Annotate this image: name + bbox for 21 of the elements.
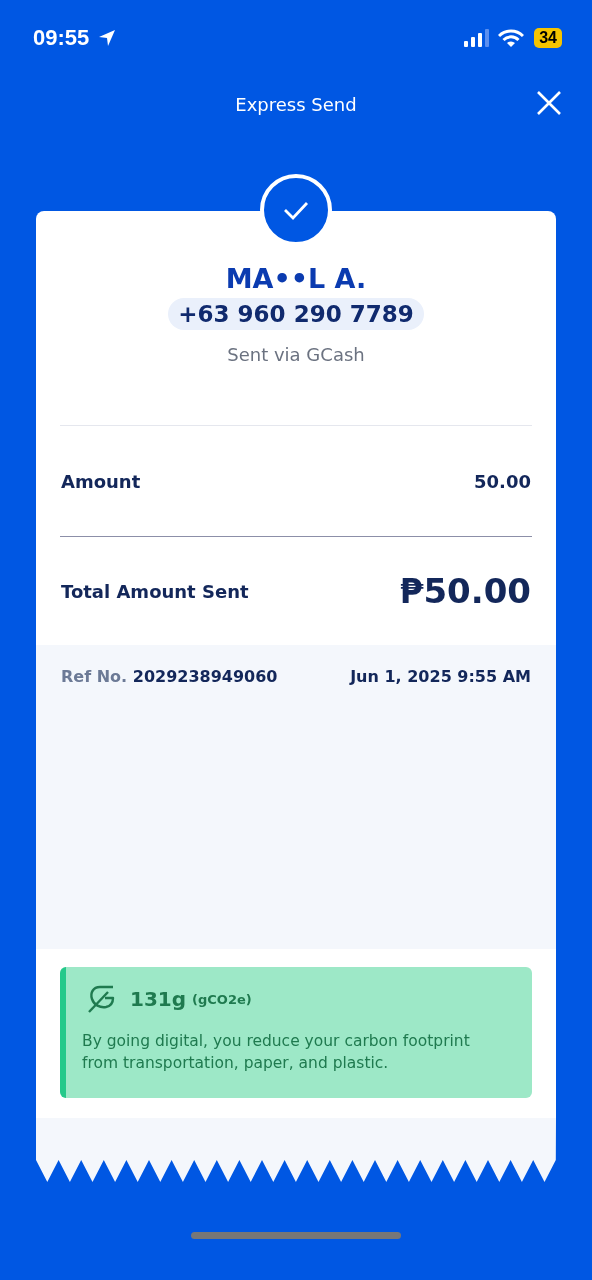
status-time: 09:55 [33, 25, 90, 51]
eco-message: By going digital, you reduce your carbon footprint from transportation, paper, and plastic. [82, 1031, 471, 1074]
close-button[interactable] [536, 90, 562, 116]
signal-icon [464, 29, 491, 47]
total-label: Total Amount Sent [61, 580, 249, 602]
total-value: ₱50.00 [399, 571, 531, 611]
sent-via-text: Sent via GCash [227, 344, 365, 365]
recipient-name: MA••L A. [225, 263, 367, 294]
amount-value: 50.00 [474, 470, 531, 492]
location-arrow-icon [97, 28, 118, 48]
transaction-date: Jun 1, 2025 9:55 AM [350, 667, 531, 686]
ref-label: Ref No. [61, 667, 128, 686]
amount-label: Amount [61, 470, 141, 492]
screen-title: Express Send [235, 93, 357, 115]
carbon-amount: 131g [130, 987, 187, 1011]
close-icon [536, 90, 562, 116]
battery-level: 34 [534, 28, 562, 48]
recipient-phone: +63 960 290 7789 [168, 298, 424, 330]
carbon-unit: (gCO2e) [192, 991, 252, 1007]
ref-number: 2029238949060 [132, 667, 278, 686]
wifi-icon [498, 28, 525, 48]
